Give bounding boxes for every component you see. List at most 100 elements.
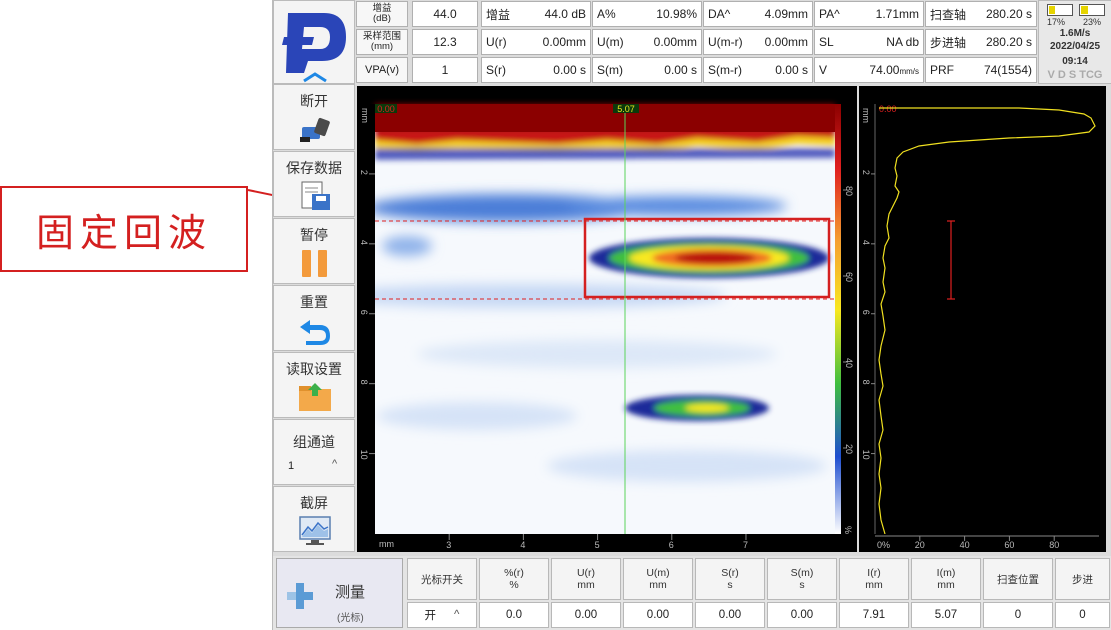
measure-u-m: U(m) 0.00mm — [592, 29, 702, 55]
b-scan-x-unit: mm — [379, 539, 394, 549]
header-row-1: 增益 (dB) 44.0 增益 44.0 dB A% 10.98% DA^ 4.09mm… — [356, 0, 1038, 28]
battery-icon-2 — [1079, 4, 1105, 16]
vpa-label: VPA(v) — [356, 57, 408, 83]
reset-button[interactable]: 重置 — [273, 285, 355, 351]
measure-column-title: 扫查位置 — [997, 573, 1039, 586]
gain-value-field[interactable]: 44.0 — [412, 1, 478, 27]
measure-value: 5.07 — [934, 609, 958, 621]
measure-column-0: 光标开关开 ^ — [407, 558, 477, 628]
measure-gain: 增益 44.0 dB — [481, 1, 591, 27]
b-scan-image[interactable]: 5.07 0.00 mm 2 4 6 8 10 % 80 60 40 20 mm 3 4 5 6 7 — [327, 86, 857, 552]
color-scale-tick-label: 60 — [844, 272, 854, 282]
a-scan-x-origin: 0% — [877, 540, 890, 550]
measure-column-title: 步进 — [1072, 573, 1093, 586]
measure-value: 7.91 — [862, 609, 886, 621]
b-scan-view[interactable]: 5.07 0.00 mm 2 4 6 8 10 % 80 60 40 20 mm 3 4 5 6 7 — [327, 86, 857, 552]
annotation-label: 固定回波 — [35, 210, 212, 255]
measure-value: 0 — [1079, 609, 1086, 621]
group-channel-value: 1 — [288, 460, 295, 472]
measure-column-title: S(r) — [721, 567, 739, 579]
color-scale-unit: % — [843, 526, 853, 534]
measure-column-7: I(m) mm 5.07 — [911, 558, 981, 628]
measure-column-title: 光标开关 — [421, 573, 463, 586]
measure-u-m-r: U(m-r) 0.00mm — [703, 29, 813, 55]
measure-column-header: 步进 — [1055, 558, 1110, 600]
measure-value-field[interactable]: 0 — [1055, 602, 1110, 628]
b-scan-x-tick-label: 6 — [669, 540, 674, 550]
measure-column-title: I(r) — [867, 567, 881, 579]
range-label: 采样范围 (mm) — [356, 29, 408, 55]
measure-value: 0.00 — [790, 609, 814, 621]
measure-column-title: U(m) — [646, 567, 670, 579]
save-data-button[interactable]: 保存数据 — [273, 151, 355, 217]
measure-value: 0.00 — [574, 609, 598, 621]
b-scan-x-tick-label: 4 — [520, 540, 525, 550]
measure-cursor-button[interactable]: 测量 (光标) — [276, 558, 403, 628]
measure-value: 开 — [424, 610, 437, 622]
measure-label: 测量 — [335, 584, 366, 601]
measure-value-field[interactable]: 0.00 — [695, 602, 765, 628]
b-scan-y-tick-label: 10 — [359, 450, 369, 460]
color-scale-tick-label: 80 — [844, 186, 854, 196]
time-display: 09:14 — [1062, 56, 1088, 67]
load-settings-button[interactable]: 读取设置 — [273, 352, 355, 418]
step-axis: 步进轴 280.20 s — [925, 29, 1037, 55]
screenshot-button[interactable]: 截屏 — [273, 486, 355, 552]
measure-da: DA^ 4.09mm — [703, 1, 813, 27]
pause-button[interactable]: 暂停 — [273, 218, 355, 284]
a-scan-y-unit: mm — [861, 108, 871, 123]
color-scale-tick-label: 20 — [844, 444, 854, 454]
header-row-2: 采样范围 (mm) 12.3 U(r) 0.00mm U(m) 0.00mm U(m-… — [356, 28, 1038, 56]
a-scan-x-tick-label: 80 — [1049, 540, 1059, 550]
measure-a-percent: A% 10.98% — [592, 1, 702, 27]
scan-axis: 扫查轴 280.20 s — [925, 1, 1037, 27]
chevron-up-icon: ^ — [332, 458, 338, 470]
battery-2-percent: 23% — [1083, 17, 1102, 27]
a-scan-x-tick-label: 40 — [960, 540, 970, 550]
measure-value-field[interactable]: 0.00 — [623, 602, 693, 628]
measure-s-r: S(r) 0.00 s — [481, 57, 591, 83]
vpa-value-field[interactable]: 1 — [412, 57, 478, 83]
battery-1-percent: 17% — [1047, 17, 1066, 27]
b-scan-y-tick-label: 2 — [359, 170, 369, 175]
range-value-field[interactable]: 12.3 — [412, 29, 478, 55]
b-scan-y-tick-label: 4 — [359, 240, 369, 245]
measure-value-field[interactable]: 0.00 — [767, 602, 837, 628]
transfer-speed: 1.6M/s — [1059, 28, 1091, 39]
chevron-up-icon: ^ — [454, 609, 460, 621]
measure-column-title: U(r) — [576, 567, 596, 579]
side-menu: 断开 保存数据 暂停 重置 读取设置 组通道 1 ^ 截屏 — [273, 84, 355, 556]
measure-column-header: I(r) mm — [839, 558, 909, 600]
measure-value-field[interactable]: 0 — [983, 602, 1053, 628]
measure-value: 0.0 — [506, 609, 522, 621]
measure-column-9: 步进 0 — [1055, 558, 1110, 628]
measure-column-4: S(r) s 0.00 — [695, 558, 765, 628]
cursor-toggle-select[interactable]: 开 ^ — [407, 602, 477, 628]
measure-velocity: V 74.00mm/s — [814, 57, 924, 83]
measure-s-m: S(m) 0.00 s — [592, 57, 702, 83]
measure-column-5: S(m) s 0.00 — [767, 558, 837, 628]
measure-value-field[interactable]: 0.0 — [479, 602, 549, 628]
color-scale-bar — [835, 104, 841, 534]
measure-value: 0 — [1014, 609, 1022, 621]
folder-icon — [299, 383, 331, 411]
b-scan-y-unit: mm — [360, 108, 370, 123]
measure-value-field[interactable]: 5.07 — [911, 602, 981, 628]
measure-value-field[interactable]: 0.00 — [551, 602, 621, 628]
measure-column-header: 光标开关 — [407, 558, 477, 600]
measure-value-field[interactable]: 7.91 — [839, 602, 909, 628]
a-scan-x-tick-label: 60 — [1004, 540, 1014, 550]
a-scan-view[interactable]: 0.00 mm 2 4 6 8 10 0% 20 40 60 80 — [859, 86, 1106, 552]
measure-value: 0.00 — [646, 609, 670, 621]
measure-column-unit: mm — [577, 579, 595, 591]
disconnect-button[interactable]: 断开 — [273, 84, 355, 150]
measure-column-header: S(m) s — [767, 558, 837, 600]
save-data-icon — [301, 181, 330, 210]
a-scan-waveform[interactable]: 0.00 mm 2 4 6 8 10 0% 20 40 60 80 — [859, 86, 1106, 552]
measure-column-unit: mm — [649, 579, 667, 591]
annotation-callout: 固定回波 — [0, 186, 248, 272]
group-channel-selector[interactable]: 组通道 1 ^ — [273, 419, 355, 485]
measure-pa: PA^ 1.71mm — [814, 1, 924, 27]
parameter-header: 增益 (dB) 44.0 增益 44.0 dB A% 10.98% DA^ 4.09mm… — [356, 0, 1038, 84]
a-scan-y-tick-label: 2 — [861, 170, 871, 175]
